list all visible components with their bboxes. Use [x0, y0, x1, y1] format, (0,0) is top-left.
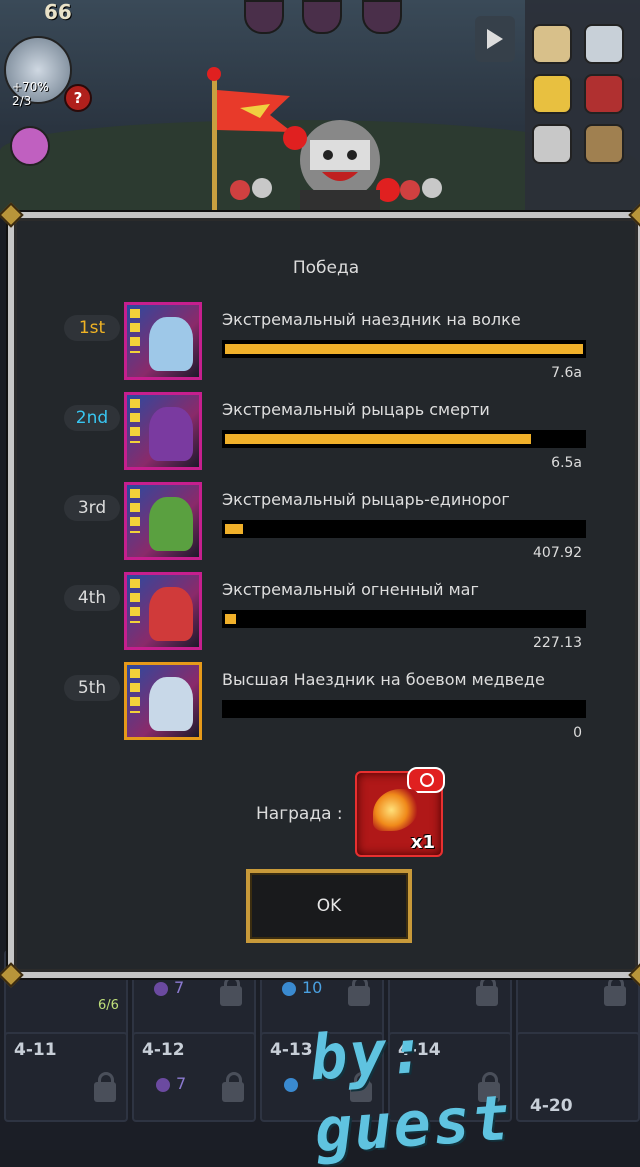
reward-item[interactable]: x1	[355, 767, 445, 857]
hero-figure	[149, 677, 193, 731]
gem-icon	[156, 1078, 170, 1092]
hero-portrait[interactable]	[124, 482, 202, 560]
fire-wing-icon	[373, 789, 419, 831]
star-icon	[130, 309, 140, 353]
damage-bar-fill	[225, 614, 236, 624]
lock-icon	[348, 976, 370, 1006]
damage-bar	[222, 610, 586, 628]
resource-counter: 66	[44, 0, 72, 24]
reward-label: Награда :	[256, 804, 343, 824]
hero-portrait[interactable]	[124, 662, 202, 740]
damage-bar	[222, 430, 586, 448]
emblem-icon[interactable]	[584, 74, 624, 114]
hero-portrait[interactable]	[124, 302, 202, 380]
hero-figure	[149, 497, 193, 551]
fairy-icon[interactable]	[10, 126, 50, 166]
ranking-row: 5th Высшая Наездник на боевом медведе 0	[14, 662, 638, 746]
slot-icon[interactable]	[244, 0, 284, 34]
dialog-title: Победа	[292, 258, 360, 278]
chat-icon[interactable]	[532, 74, 572, 114]
ranking-row: 4th Экстремальный огненный маг 227.13	[14, 572, 638, 656]
star-icon	[130, 669, 140, 713]
gem-count: 7	[176, 1074, 187, 1093]
hero-figure	[149, 407, 193, 461]
stage-tile-4-11[interactable]: 4-11	[4, 1032, 128, 1122]
rank-label: 3rd	[64, 495, 120, 521]
lock-icon	[94, 1072, 116, 1102]
stage-progress: 6/6	[98, 998, 119, 1013]
hero-name: Высшая Наездник на боевом медведе	[222, 670, 545, 689]
help-button[interactable]: ?	[64, 84, 92, 112]
star-icon	[130, 399, 140, 443]
ranking-row: 2nd Экстремальный рыцарь смерти 6.5a	[14, 392, 638, 476]
damage-bar	[222, 520, 586, 538]
avatar-info: +70% 2/3	[12, 80, 49, 108]
hero-portrait[interactable]	[124, 572, 202, 650]
star-icon	[130, 489, 140, 533]
hero-figure	[149, 587, 193, 641]
rank-label: 4th	[64, 585, 120, 611]
rank-label: 1st	[64, 315, 120, 341]
lock-icon	[476, 976, 498, 1006]
damage-bar	[222, 700, 586, 718]
stage-tile-4-12[interactable]: 4-12 7	[132, 1032, 256, 1122]
hero-name: Экстремальный огненный маг	[222, 580, 479, 599]
stage-label: 4-12	[142, 1040, 185, 1060]
damage-value: 407.92	[533, 545, 582, 561]
crate-icon[interactable]	[584, 124, 624, 164]
gem-icon	[154, 982, 168, 996]
result-dialog: Победа 1st Экстремальный наездник на волк…	[0, 202, 640, 988]
reward-quantity: x1	[410, 832, 435, 853]
hero-name: Экстремальный рыцарь-единорог	[222, 490, 510, 509]
damage-value: 7.6a	[551, 365, 582, 381]
lock-icon	[220, 976, 242, 1006]
slot-icon[interactable]	[302, 0, 342, 34]
damage-value: 0	[573, 725, 582, 741]
stage-label: 4-13	[270, 1040, 313, 1060]
gem-count: 10	[302, 978, 323, 997]
watermark-text: by: guest	[307, 1013, 514, 1167]
damage-bar-fill	[225, 524, 243, 534]
gem-icon	[284, 1078, 298, 1092]
rank-label: 5th	[64, 675, 120, 701]
damage-value: 6.5a	[551, 455, 582, 471]
rank-label: 2nd	[64, 405, 120, 431]
play-icon[interactable]	[475, 16, 515, 62]
hero-name: Экстремальный наездник на волке	[222, 310, 521, 329]
bird-icon[interactable]	[584, 24, 624, 64]
hero-figure	[149, 317, 193, 371]
damage-bar-fill	[225, 344, 583, 354]
damage-bar-fill	[225, 434, 531, 444]
knight-mascot	[207, 67, 442, 215]
damage-value: 227.13	[533, 635, 582, 651]
ranking-row: 1st Экстремальный наездник на волке 7.6a	[14, 302, 638, 386]
hero-portrait[interactable]	[124, 392, 202, 470]
ok-button[interactable]: OK	[246, 869, 412, 943]
gem-icon	[282, 982, 296, 996]
angel-icon[interactable]	[532, 24, 572, 64]
star-icon	[130, 579, 140, 623]
slot-icon[interactable]	[362, 0, 402, 34]
hero-name: Экстремальный рыцарь смерти	[222, 400, 490, 419]
stage-label: 4-11	[14, 1040, 57, 1060]
temple-icon[interactable]	[532, 124, 572, 164]
lock-icon	[222, 1072, 244, 1102]
ranking-row: 3rd Экстремальный рыцарь-единорог 407.92	[14, 482, 638, 566]
gem-count: 7	[174, 978, 185, 997]
damage-bar	[222, 340, 586, 358]
